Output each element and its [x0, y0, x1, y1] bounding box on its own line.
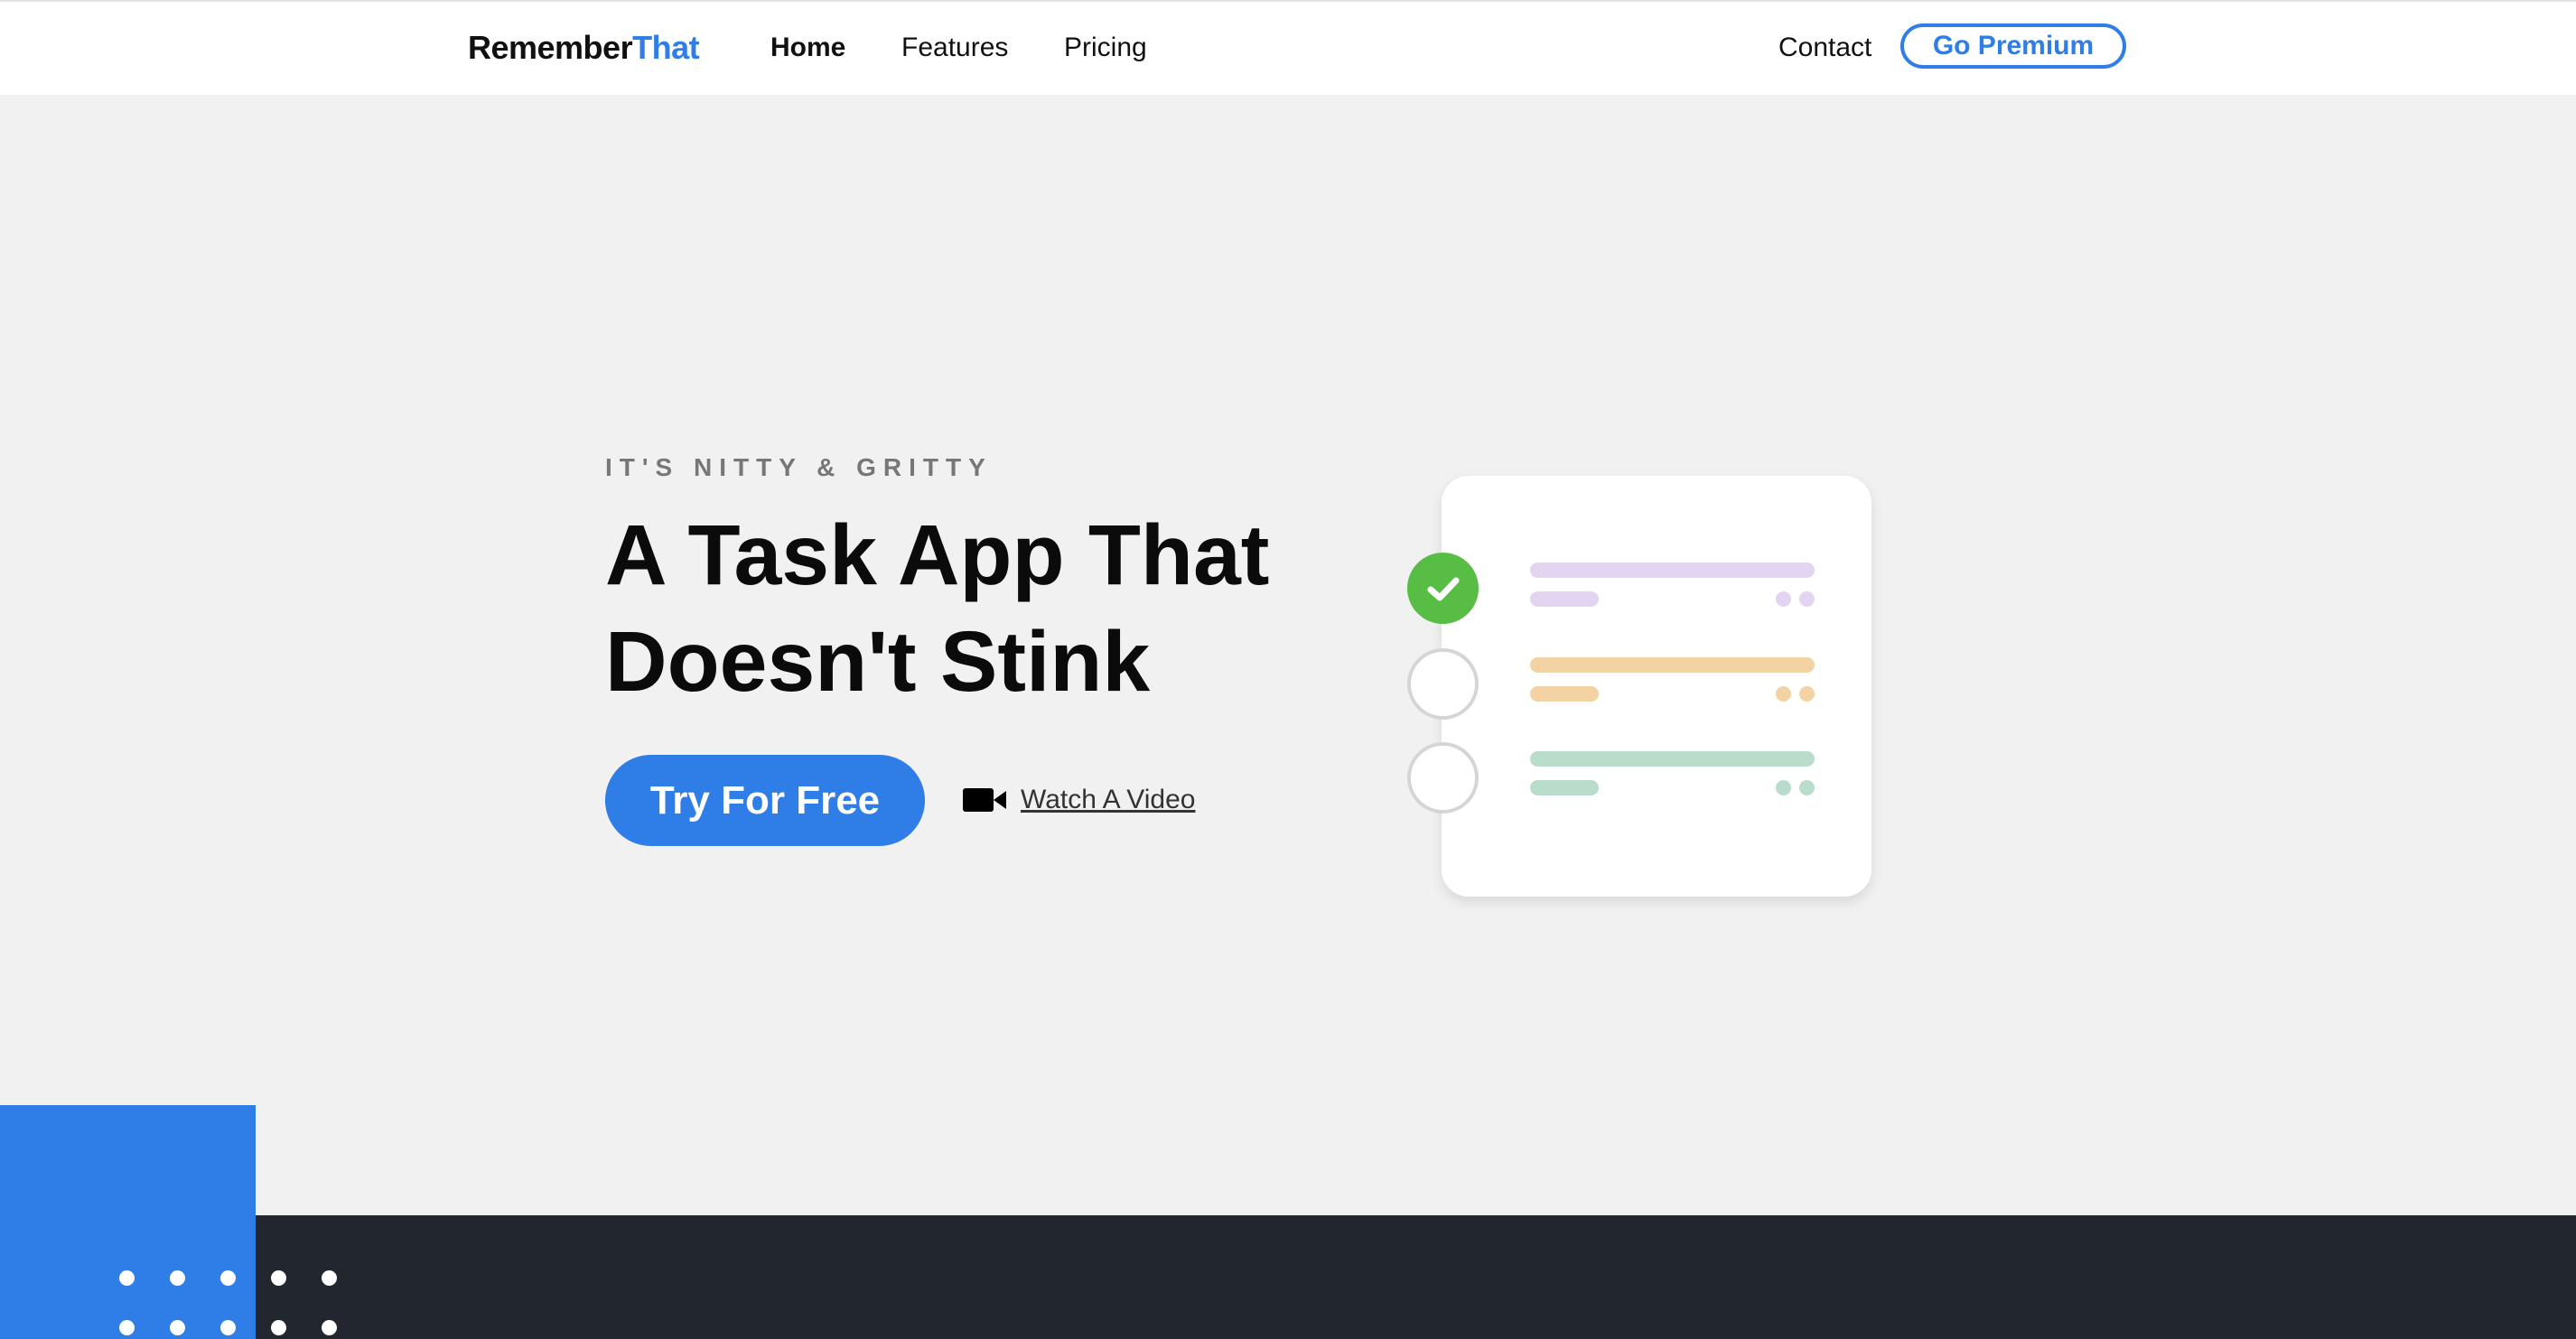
- task-dot: [1799, 780, 1815, 795]
- watch-video-label: Watch A Video: [1021, 785, 1196, 814]
- nav-link-features[interactable]: Features: [901, 33, 1008, 63]
- headline-line-2: Doesn't Stink: [605, 614, 1151, 710]
- task-line: [1530, 657, 1815, 673]
- landing-page: RememberThat Home Features Pricing Conta…: [0, 0, 2576, 1339]
- pattern-dot: [119, 1270, 135, 1286]
- top-navbar: RememberThat Home Features Pricing Conta…: [0, 0, 2576, 95]
- brand-name-part2: That: [632, 29, 700, 66]
- pattern-dot: [220, 1270, 236, 1286]
- footer-band: [0, 1215, 2576, 1339]
- brand-name-part1: Remember: [468, 29, 633, 66]
- checkmark-icon: [1427, 577, 1459, 600]
- try-for-free-button[interactable]: Try For Free: [605, 755, 925, 846]
- hero-eyebrow: IT'S NITTY & GRITTY: [605, 453, 993, 481]
- headline-line-1: A Task App That: [605, 507, 1270, 603]
- task-dot: [1776, 780, 1791, 795]
- task-line: [1530, 751, 1815, 767]
- task-dot: [1776, 591, 1791, 607]
- watch-video-link[interactable]: Watch A Video: [963, 780, 1195, 820]
- task-unchecked-icon: [1407, 742, 1479, 814]
- go-premium-button[interactable]: Go Premium: [1900, 23, 2126, 69]
- nav-link-home[interactable]: Home: [770, 33, 845, 63]
- nav-link-contact[interactable]: Contact: [1778, 33, 1871, 63]
- decorative-blue-block: [0, 1105, 256, 1339]
- pattern-dot: [322, 1320, 337, 1335]
- task-subline: [1530, 686, 1599, 702]
- task-checked-icon: [1407, 553, 1479, 624]
- nav-link-pricing[interactable]: Pricing: [1064, 33, 1147, 63]
- task-unchecked-icon: [1407, 648, 1479, 720]
- video-camera-icon: [963, 788, 1006, 812]
- pattern-dot: [322, 1270, 337, 1286]
- task-dot: [1776, 686, 1791, 702]
- task-dot: [1799, 686, 1815, 702]
- task-subline: [1530, 591, 1599, 607]
- task-line: [1530, 563, 1815, 578]
- pattern-dot: [119, 1320, 135, 1335]
- pattern-dot: [220, 1320, 236, 1335]
- task-subline: [1530, 780, 1599, 795]
- pattern-dot: [271, 1270, 286, 1286]
- pattern-dot: [271, 1320, 286, 1335]
- task-dot: [1799, 591, 1815, 607]
- hero-headline: A Task App That Doesn't Stink: [605, 502, 1382, 715]
- brand-logo[interactable]: RememberThat: [468, 29, 700, 67]
- pattern-dot: [170, 1270, 185, 1286]
- pattern-dot: [170, 1320, 185, 1335]
